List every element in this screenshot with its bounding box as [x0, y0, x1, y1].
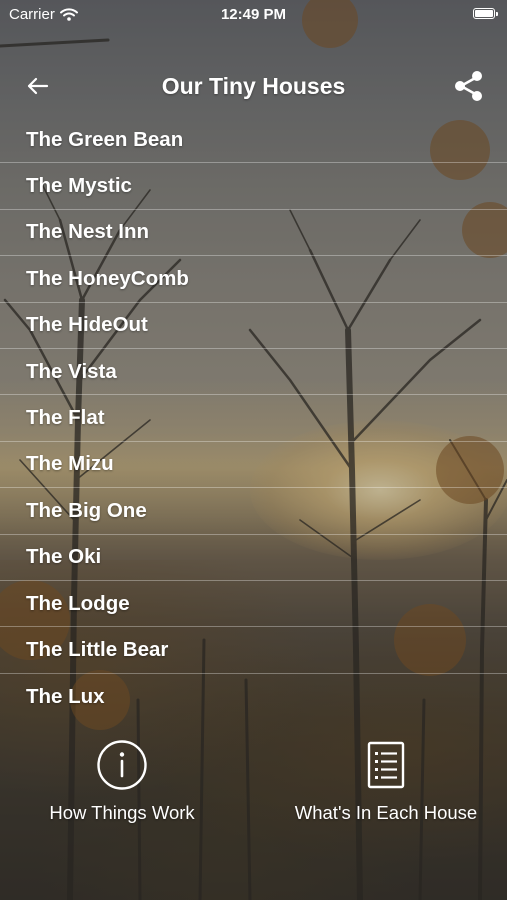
house-list-item[interactable]: The Vista [0, 349, 507, 396]
status-bar: Carrier 12:49 PM [0, 0, 507, 30]
house-list-item[interactable]: The Big One [0, 488, 507, 535]
document-list-icon [367, 741, 405, 789]
app-screen: Carrier 12:49 PM Our Tiny Houses The Gre… [0, 0, 507, 900]
status-time: 12:49 PM [220, 6, 287, 23]
whats-in-each-house-label: What's In Each House [294, 802, 478, 823]
house-list-item[interactable]: The Little Bear [0, 627, 507, 674]
nav-bar: Our Tiny Houses [0, 62, 507, 110]
bottom-actions: How Things Work What's In Each House [0, 738, 507, 838]
share-icon [455, 71, 482, 101]
whats-in-each-house-button[interactable]: What's In Each House [276, 738, 496, 824]
house-list-item[interactable]: The Mystic [0, 163, 507, 210]
house-list-item[interactable]: The Mizu [0, 442, 507, 489]
house-list-item[interactable]: The Lodge [0, 581, 507, 628]
house-list-item[interactable]: The HoneyComb [0, 256, 507, 303]
page-title: Our Tiny Houses [161, 73, 346, 99]
how-things-work-button[interactable]: How Things Work [22, 738, 222, 824]
info-circle-icon [97, 740, 147, 790]
battery-icon [473, 8, 498, 19]
share-button[interactable] [451, 68, 487, 104]
house-list-item[interactable]: The Oki [0, 535, 507, 581]
house-list-item[interactable]: The Lux [0, 674, 507, 720]
house-list-item[interactable]: The Nest Inn [0, 210, 507, 257]
house-list-item[interactable]: The Flat [0, 395, 507, 442]
house-list-item[interactable]: The HideOut [0, 303, 507, 349]
house-list: The Green Bean The Mystic The Nest Inn T… [0, 117, 507, 720]
how-things-work-label: How Things Work [49, 802, 195, 823]
house-list-item[interactable]: The Green Bean [0, 117, 507, 164]
